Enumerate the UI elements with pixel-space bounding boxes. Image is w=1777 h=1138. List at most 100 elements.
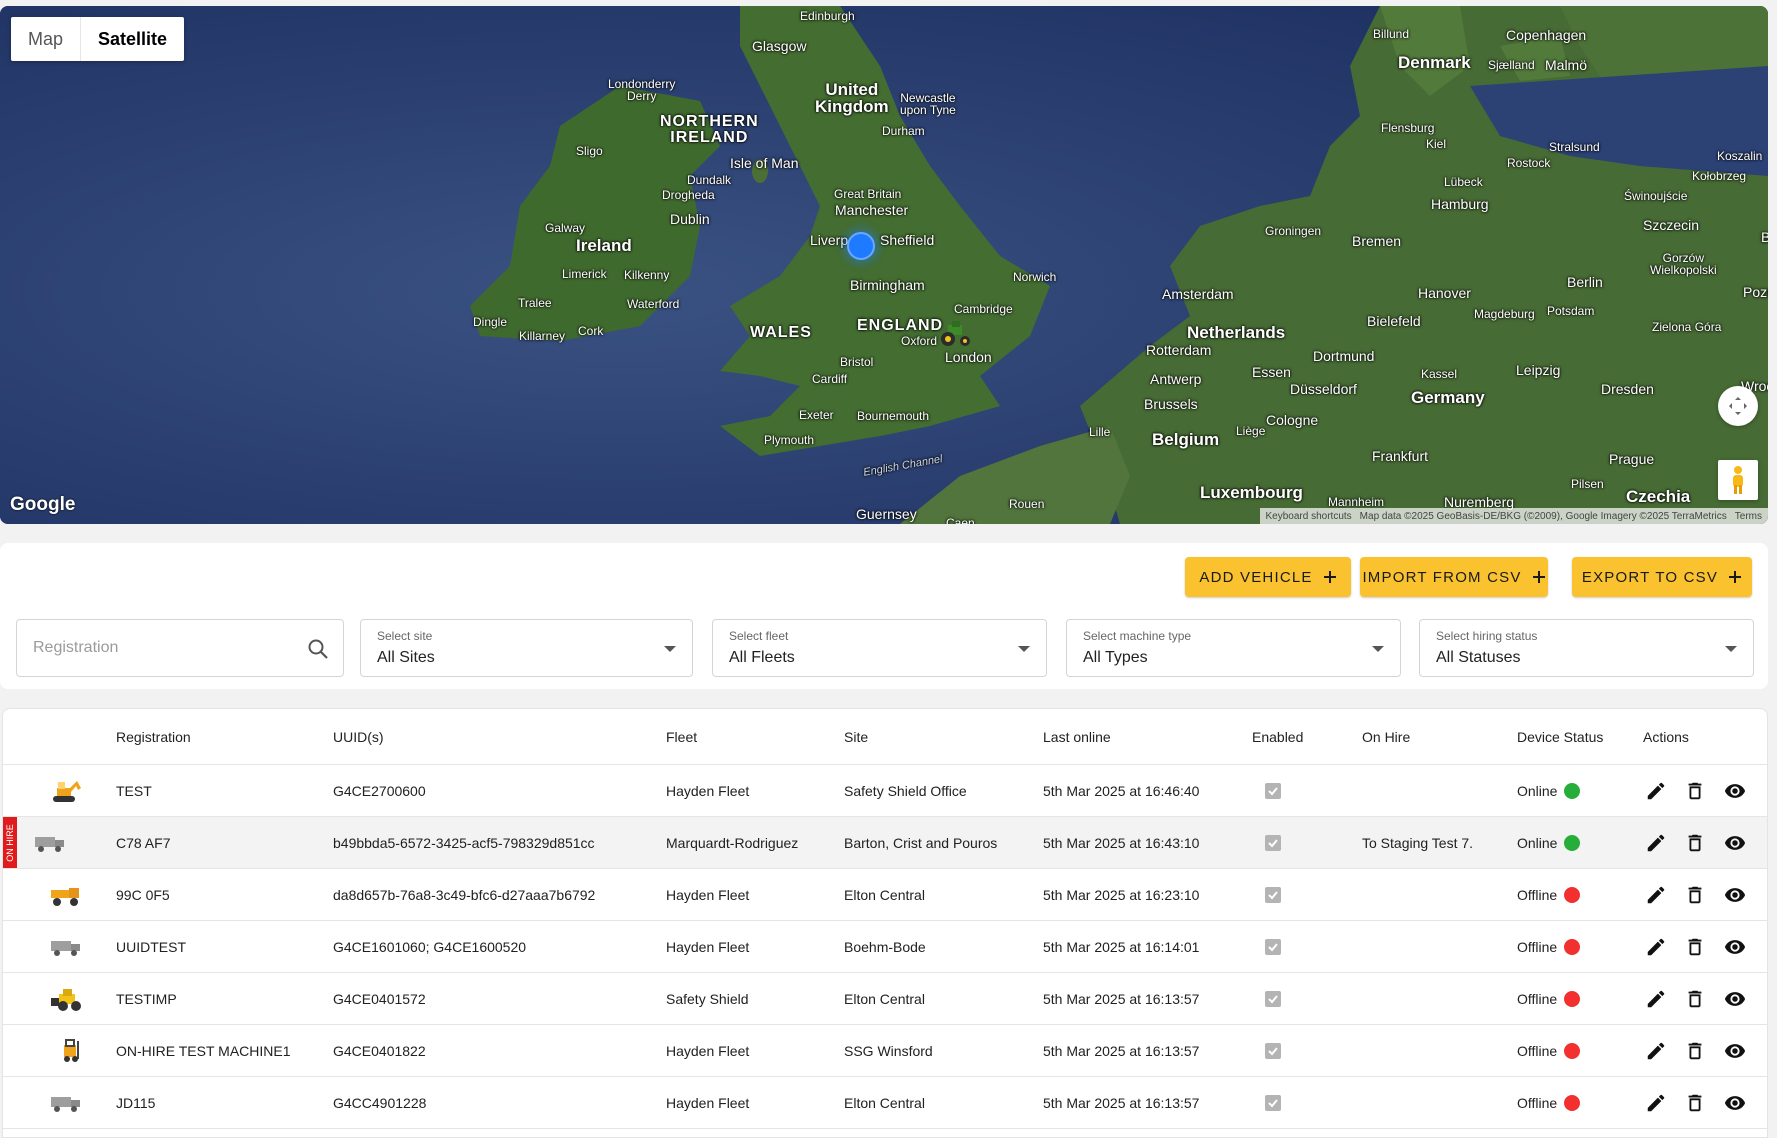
registration-cell: TESTIMP [116, 990, 177, 1007]
map-label-kiel: Kiel [1426, 137, 1447, 151]
table-row[interactable]: 99C 0F5 da8d657b-76a8-3c49-bfc6-d27aaa7b… [3, 869, 1767, 921]
column-header-last-online[interactable]: Last online [1043, 709, 1111, 764]
device-status-cell: Online [1517, 765, 1581, 816]
fleet-select-value: All Fleets [729, 649, 795, 666]
table-row[interactable]: TEST G4CE2700600 Hayden Fleet Safety Shi… [3, 765, 1767, 817]
map-label-bristol: Bristol [840, 355, 874, 369]
enabled-checkbox[interactable] [1265, 973, 1281, 1024]
map-label-czechia: Czechia [1626, 487, 1691, 506]
fleet-cell: Hayden Fleet [666, 886, 750, 903]
map-attribution: Keyboard shortcuts Map data ©2025 GeoBas… [1259, 508, 1768, 524]
enabled-checkbox[interactable] [1265, 1077, 1281, 1128]
enabled-checkbox[interactable] [1265, 1025, 1281, 1076]
column-header-enabled[interactable]: Enabled [1252, 709, 1303, 764]
fullscreen-icon[interactable] [1718, 386, 1758, 426]
table-row[interactable]: ON HIRE C78 AF7 b49bbda5-6572-3425-acf5-… [3, 817, 1767, 869]
delete-icon[interactable] [1684, 1092, 1706, 1114]
vehicle-cluster-marker[interactable] [847, 232, 875, 260]
column-header-on-hire[interactable]: On Hire [1362, 709, 1410, 764]
view-icon[interactable] [1723, 780, 1747, 802]
site-cell: Elton Central [844, 886, 925, 903]
map-label-denmark: Denmark [1398, 53, 1471, 72]
view-icon[interactable] [1723, 988, 1747, 1010]
search-icon [308, 639, 328, 659]
checkbox-checked-icon [1265, 782, 1281, 799]
tractor-marker-icon[interactable] [938, 319, 972, 347]
table-row[interactable]: ON-HIRE TEST MACHINE1 G4CE0401822 Hayden… [3, 1025, 1767, 1077]
site-cell: Elton Central [844, 990, 925, 1007]
enabled-checkbox[interactable] [1265, 817, 1281, 868]
device-status-cell: Online [1517, 817, 1581, 868]
map-label-great-britain: Great Britain [834, 187, 902, 201]
view-icon[interactable] [1723, 884, 1747, 906]
edit-icon[interactable] [1645, 988, 1667, 1010]
edit-icon[interactable] [1645, 832, 1667, 854]
map-label-hamburg: Hamburg [1431, 196, 1489, 212]
map-view-button[interactable]: Map [11, 17, 82, 61]
import-csv-button[interactable]: IMPORT FROM CSV [1360, 557, 1548, 597]
device-status-text: Offline [1517, 1042, 1558, 1059]
map-type-toggle[interactable]: Map Satellite [11, 17, 185, 61]
checkbox-checked-icon [1265, 990, 1281, 1007]
export-csv-button[interactable]: EXPORT TO CSV [1572, 557, 1752, 597]
table-row[interactable]: UUIDTEST G4CE1601060; G4CE1600520 Hayden… [3, 921, 1767, 973]
terms-link[interactable]: Terms [1735, 511, 1762, 522]
column-header-device-status[interactable]: Device Status [1517, 709, 1603, 764]
chevron-down-icon [664, 646, 676, 652]
enabled-checkbox[interactable] [1265, 921, 1281, 972]
keyboard-shortcuts-link[interactable]: Keyboard shortcuts [1266, 511, 1352, 522]
fleet-select[interactable]: Select fleet All Fleets [712, 619, 1047, 677]
import-csv-label: IMPORT FROM CSV [1362, 568, 1522, 586]
delete-icon[interactable] [1684, 1040, 1706, 1062]
view-icon[interactable] [1723, 1092, 1747, 1114]
edit-icon[interactable] [1645, 884, 1667, 906]
map-label-oxford: Oxford [901, 334, 938, 348]
column-header-actions: Actions [1643, 728, 1689, 745]
edit-icon[interactable] [1645, 1040, 1667, 1062]
edit-icon[interactable] [1645, 1092, 1667, 1114]
column-header-registration[interactable]: Registration [116, 709, 191, 764]
machine-type-select[interactable]: Select machine type All Types [1066, 619, 1401, 677]
delete-icon[interactable] [1684, 936, 1706, 958]
checkbox-checked-icon [1265, 1042, 1281, 1059]
map-label-sligo: Sligo [576, 144, 603, 158]
view-icon[interactable] [1723, 936, 1747, 958]
registration-cell: 99C 0F5 [116, 886, 170, 903]
column-header-fleet[interactable]: Fleet [666, 709, 697, 764]
add-vehicle-button[interactable]: ADD VEHICLE [1185, 557, 1351, 597]
column-header-site[interactable]: Site [844, 709, 868, 764]
device-status-cell: Offline [1517, 1077, 1581, 1128]
edit-icon[interactable] [1645, 780, 1667, 802]
map-label-caen: Caen [946, 516, 975, 524]
column-header-uuids[interactable]: UUID(s) [333, 709, 384, 764]
view-icon[interactable] [1723, 1040, 1747, 1062]
map-label-mannheim: Mannheim [1328, 495, 1385, 509]
enabled-checkbox[interactable] [1265, 765, 1281, 816]
hiring-status-select[interactable]: Select hiring status All Statuses [1419, 619, 1754, 677]
map-label-united-kingdom: United Kingdom [815, 80, 889, 116]
view-icon[interactable] [1723, 832, 1747, 854]
site-select[interactable]: Select site All Sites [360, 619, 693, 677]
registration-search-field[interactable]: Registration [16, 619, 344, 677]
chevron-down-icon [1725, 646, 1737, 652]
map-label-b: B [1761, 229, 1768, 245]
enabled-checkbox[interactable] [1265, 869, 1281, 920]
site-cell: SSG Winsford [844, 1042, 933, 1059]
table-row[interactable]: TESTIMP G4CE0401572 Safety Shield Elton … [3, 973, 1767, 1025]
edit-icon[interactable] [1645, 936, 1667, 958]
delete-icon[interactable] [1684, 780, 1706, 802]
site-cell: Barton, Crist and Pouros [844, 834, 998, 851]
map-view[interactable]: Map Satellite Google Keyboard shortcuts … [0, 6, 1768, 524]
map-label-groningen: Groningen [1265, 224, 1322, 238]
table-row[interactable]: JD115 G4CC4901228 Hayden Fleet Elton Cen… [3, 1077, 1767, 1129]
map-label-dortmund: Dortmund [1313, 348, 1375, 364]
uuid-cell: G4CE0401822 [333, 1042, 426, 1059]
delete-icon[interactable] [1684, 988, 1706, 1010]
street-view-pegman-icon[interactable] [1718, 460, 1758, 500]
export-csv-label: EXPORT TO CSV [1581, 568, 1719, 586]
fleet-cell: Hayden Fleet [666, 1094, 750, 1111]
delete-icon[interactable] [1684, 832, 1706, 854]
map-label-stralsund: Stralsund [1549, 140, 1600, 154]
satellite-view-button[interactable]: Satellite [81, 17, 184, 61]
delete-icon[interactable] [1684, 884, 1706, 906]
